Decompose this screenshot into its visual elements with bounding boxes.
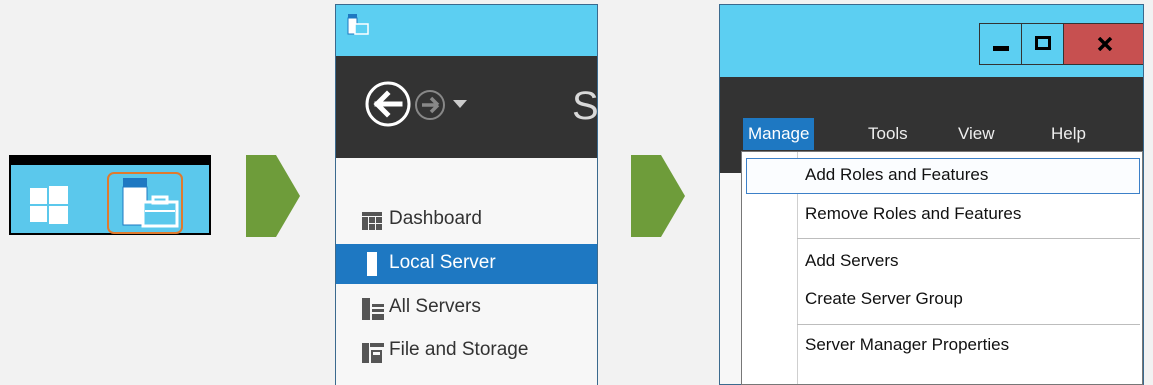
page-title-partial: S (572, 84, 598, 128)
server-manager-menu-panel: Manage Tools View Help Add Roles and Fea… (719, 4, 1153, 385)
title-bar (336, 5, 597, 56)
close-icon (1097, 37, 1113, 51)
menu-item-label: Server Manager Properties (805, 335, 1010, 354)
menu-item-remove-roles-features[interactable]: Remove Roles and Features (742, 197, 1142, 233)
menu-tools[interactable]: Tools (868, 118, 908, 150)
minimize-button[interactable] (979, 23, 1022, 65)
menu-item-label: Add Roles and Features (805, 165, 989, 184)
right-arrow-icon (631, 155, 685, 237)
title-bar (720, 5, 1143, 77)
right-arrow-icon (246, 155, 300, 237)
sidebar-item-all-servers[interactable]: All Servers (336, 288, 597, 328)
start-button[interactable] (30, 186, 68, 224)
local-server-icon (367, 252, 377, 276)
maximize-icon (1035, 36, 1051, 50)
maximize-button[interactable] (1021, 23, 1064, 65)
sidebar-item-label: Local Server (389, 252, 496, 273)
menu-item-add-servers[interactable]: Add Servers (742, 244, 1142, 280)
file-storage-icon (362, 343, 384, 363)
menu-item-label: Remove Roles and Features (805, 204, 1022, 223)
menu-item-label: Create Server Group (805, 289, 963, 308)
server-manager-taskbar-button[interactable] (107, 172, 183, 234)
menu-view[interactable]: View (958, 118, 995, 150)
sidebar-item-label: Dashboard (389, 208, 482, 229)
taskbar-bar (11, 165, 209, 234)
navigation-header: S (336, 56, 598, 158)
sidebar-item-dashboard[interactable]: Dashboard (336, 200, 597, 240)
sidebar-item-local-server[interactable]: Local Server (336, 244, 597, 284)
app-icon (347, 14, 369, 35)
sidebar-item-label: File and Storage (389, 339, 529, 360)
menu-item-create-server-group[interactable]: Create Server Group (742, 282, 1142, 318)
server-manager-icon (122, 178, 179, 228)
menu-separator (797, 324, 1140, 325)
close-button[interactable] (1063, 23, 1143, 65)
forward-arrow-icon[interactable] (413, 88, 447, 122)
all-servers-icon (362, 298, 384, 320)
sidebar-item-label: All Servers (389, 296, 481, 317)
menu-manage[interactable]: Manage (743, 118, 815, 150)
menu-item-server-manager-properties[interactable]: Server Manager Properties (742, 328, 1142, 364)
server-manager-window: S Dashboard Local Server All Servers Fil… (335, 4, 598, 385)
menu-item-add-roles-features[interactable]: Add Roles and Features (746, 158, 1140, 194)
taskbar (9, 155, 211, 235)
chevron-down-icon[interactable] (453, 99, 467, 109)
back-arrow-icon[interactable] (364, 80, 412, 128)
sidebar-item-file-storage[interactable]: File and Storage (336, 331, 597, 371)
menu-help[interactable]: Help (1051, 118, 1086, 150)
manage-dropdown-menu: Add Roles and Features Remove Roles and … (741, 151, 1143, 385)
dashboard-icon (362, 212, 382, 230)
menu-item-label: Add Servers (805, 251, 899, 270)
minimize-icon (993, 46, 1009, 51)
menu-separator (797, 238, 1140, 239)
